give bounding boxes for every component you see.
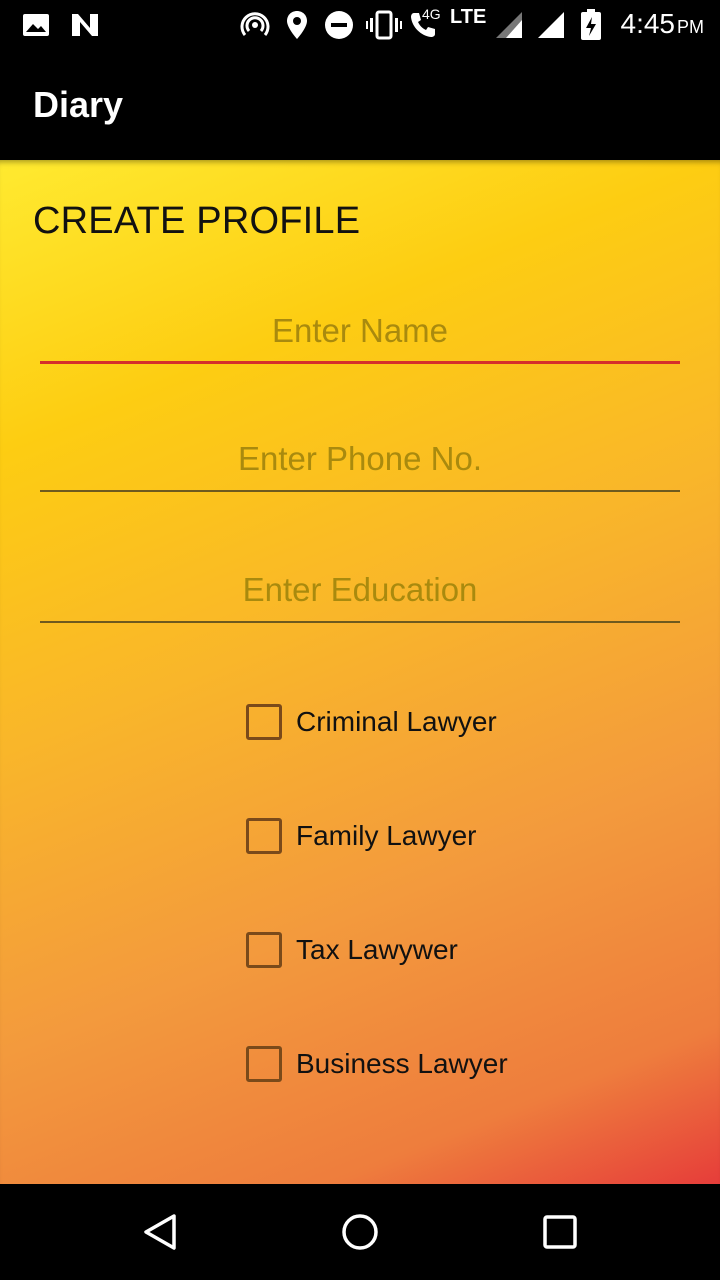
checkbox-business-lawyer[interactable]: Business Lawyer <box>246 1044 508 1084</box>
checkbox-label: Tax Lawywer <box>296 934 458 965</box>
clock-ampm: PM <box>677 17 704 37</box>
checkbox-family-lawyer[interactable]: Family Lawyer <box>246 816 476 856</box>
checkbox-tax-lawyer[interactable]: Tax Lawywer <box>246 930 458 970</box>
app-title: Diary <box>33 84 124 125</box>
hotspot-icon <box>240 10 270 40</box>
name-field-container <box>40 304 680 364</box>
signal-icon-2 <box>536 10 566 40</box>
clock: 4:45 PM <box>621 8 705 40</box>
phone-field-container <box>40 432 680 492</box>
checkbox-label: Criminal Lawyer <box>296 706 497 737</box>
signal-icon <box>494 10 524 40</box>
education-input[interactable] <box>40 563 680 623</box>
clock-time: 4:45 <box>620 8 676 39</box>
navigation-bar <box>0 1184 720 1280</box>
vibrate-icon <box>366 10 402 40</box>
app-bar: Diary <box>0 50 720 160</box>
network-type-label: 4G <box>422 6 441 22</box>
checkbox-label: Business Lawyer <box>296 1048 508 1079</box>
back-icon[interactable] <box>140 1212 180 1252</box>
name-input[interactable] <box>40 304 680 364</box>
checkbox-box[interactable] <box>246 818 282 854</box>
status-bar: 4G LTE 4:45 PM <box>0 0 720 50</box>
checkbox-box[interactable] <box>246 704 282 740</box>
education-field-container <box>40 563 680 623</box>
dnd-icon <box>324 10 354 40</box>
call-icon: 4G <box>408 6 441 40</box>
recents-icon[interactable] <box>540 1212 580 1252</box>
home-icon[interactable] <box>340 1212 380 1252</box>
n-icon <box>70 10 100 40</box>
phone-input[interactable] <box>40 432 680 492</box>
image-icon <box>22 10 50 40</box>
profile-form: CREATE PROFILE Criminal Lawyer Family La… <box>0 160 720 1184</box>
checkbox-label: Family Lawyer <box>296 820 477 851</box>
checkbox-criminal-lawyer[interactable]: Criminal Lawyer <box>246 702 497 742</box>
page-title: CREATE PROFILE <box>33 200 361 242</box>
battery-icon <box>580 9 602 40</box>
lte-label: LTE <box>450 6 487 28</box>
location-icon <box>286 10 308 40</box>
checkbox-box[interactable] <box>246 1046 282 1082</box>
checkbox-box[interactable] <box>246 932 282 968</box>
